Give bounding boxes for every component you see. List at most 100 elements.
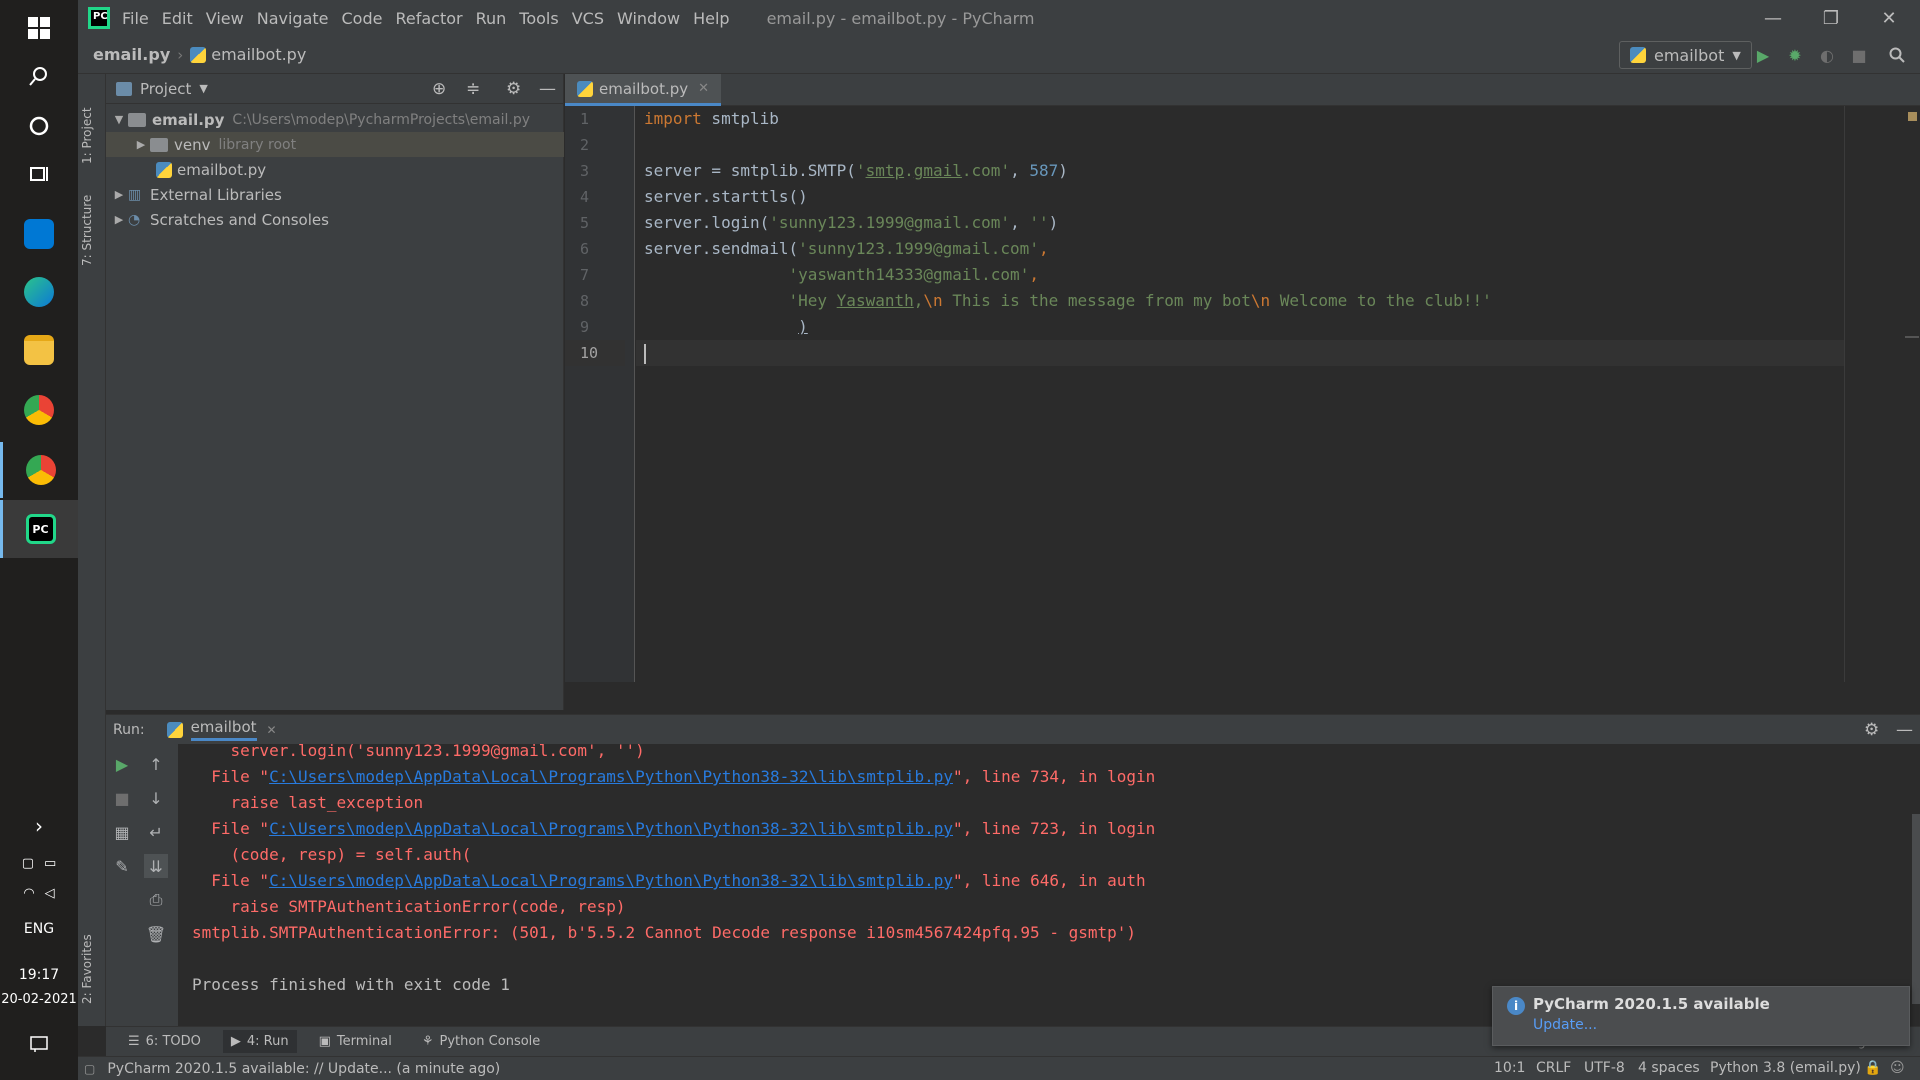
menu-file[interactable]: File: [122, 9, 149, 28]
stop-icon[interactable]: ■: [1848, 44, 1870, 66]
menu-window[interactable]: Window: [617, 9, 680, 28]
breadcrumb-file[interactable]: emailbot.py: [211, 45, 306, 64]
tree-item-external-libraries[interactable]: ▶ ▥ External Libraries: [106, 182, 564, 207]
notification-update-link[interactable]: Update...: [1533, 1017, 1597, 1033]
code-line-current[interactable]: [644, 340, 646, 366]
clock-date[interactable]: 20-02-2021: [0, 988, 78, 1010]
language-indicator[interactable]: ENG: [0, 915, 78, 943]
code-line[interactable]: ): [644, 314, 808, 340]
coverage-icon[interactable]: ◐: [1816, 44, 1838, 66]
tool-tab-todo[interactable]: ☰ 6: TODO: [120, 1030, 209, 1053]
rerun-icon[interactable]: ▶: [110, 752, 134, 776]
system-tray-icons[interactable]: ▢ ▭: [0, 848, 78, 878]
collapsed-arrow-icon[interactable]: ▶: [110, 213, 128, 226]
search-everywhere-icon[interactable]: [1886, 44, 1908, 66]
scroll-to-end-icon[interactable]: ⇊: [144, 854, 168, 878]
collapsed-arrow-icon[interactable]: ▶: [110, 188, 128, 201]
notification-center-icon[interactable]: [0, 1020, 78, 1068]
soft-wrap-icon[interactable]: ↵: [144, 820, 168, 844]
menu-vcs[interactable]: VCS: [572, 9, 604, 28]
clock-time[interactable]: 19:17: [0, 964, 78, 986]
menu-refactor[interactable]: Refactor: [395, 9, 462, 28]
menu-view[interactable]: View: [206, 9, 244, 28]
code-line[interactable]: 'yaswanth14333@gmail.com',: [644, 262, 1039, 288]
code-line[interactable]: import smtplib: [644, 106, 779, 132]
expanded-arrow-icon[interactable]: ▼: [110, 113, 128, 126]
tool-tab-run[interactable]: ▶ 4: Run: [222, 1030, 297, 1053]
project-view-title[interactable]: Project: [140, 80, 191, 98]
restore-button[interactable]: ❐: [1802, 0, 1860, 36]
run-configuration-selector[interactable]: emailbot ▼: [1619, 41, 1752, 69]
inspector-icon[interactable]: ☺: [1890, 1060, 1905, 1076]
tree-item-project-root[interactable]: ▼ email.py C:\Users\modep\PycharmProject…: [106, 107, 564, 132]
lock-icon[interactable]: 🔒: [1864, 1060, 1881, 1076]
tree-item-emailbot[interactable]: emailbot.py: [106, 157, 564, 182]
cursor-position[interactable]: 10:1: [1494, 1060, 1525, 1076]
python-interpreter[interactable]: Python 3.8 (email.py): [1710, 1060, 1861, 1076]
pin-icon[interactable]: ✎: [110, 854, 134, 878]
file-encoding[interactable]: UTF-8: [1584, 1060, 1625, 1076]
locate-file-icon[interactable]: ⊕: [432, 79, 446, 99]
run-console[interactable]: server.login('sunny123.1999@gmail.com', …: [178, 741, 1920, 1026]
breadcrumb-project[interactable]: email.py: [93, 45, 170, 64]
code-line[interactable]: 'Hey Yaswanth,\n This is the message fro…: [644, 288, 1492, 314]
debug-icon[interactable]: ✹: [1784, 44, 1806, 66]
close-tab-icon[interactable]: ✕: [267, 723, 277, 737]
code-line[interactable]: server = smtplib.SMTP('smtp.gmail.com', …: [644, 158, 1068, 184]
hide-panel-icon[interactable]: —: [1896, 720, 1913, 740]
scroll-down-icon[interactable]: ↓: [144, 786, 168, 810]
layout-icon[interactable]: ▦: [110, 820, 134, 844]
chrome-profile-icon[interactable]: [0, 442, 78, 498]
search-icon[interactable]: [0, 48, 78, 104]
line-separator[interactable]: CRLF: [1536, 1060, 1571, 1076]
wifi-icon[interactable]: ◠: [23, 886, 34, 901]
chrome-icon[interactable]: [0, 382, 78, 438]
pycharm-taskbar-icon[interactable]: PC: [0, 500, 78, 558]
tool-tab-python-console[interactable]: ⚘ Python Console: [414, 1030, 548, 1053]
minimize-button[interactable]: —: [1744, 0, 1802, 36]
code-line[interactable]: server.starttls(): [644, 184, 808, 210]
network-volume-icons[interactable]: ◠ ◁: [0, 878, 78, 908]
hide-panel-icon[interactable]: —: [539, 79, 556, 99]
print-icon[interactable]: ⎙: [144, 888, 168, 912]
menu-navigate[interactable]: Navigate: [257, 9, 329, 28]
clear-all-icon[interactable]: 🗑: [144, 922, 168, 946]
console-file-link[interactable]: C:\Users\modep\AppData\Local\Programs\Py…: [269, 767, 953, 786]
menu-tools[interactable]: Tools: [519, 9, 558, 28]
inspection-status-icon[interactable]: [1908, 112, 1917, 121]
chevron-right-icon[interactable]: ›: [0, 806, 78, 846]
indent-setting[interactable]: 4 spaces: [1638, 1060, 1700, 1076]
code-line[interactable]: server.sendmail('sunny123.1999@gmail.com…: [644, 236, 1049, 262]
close-tab-icon[interactable]: ✕: [698, 81, 709, 96]
tool-tab-project[interactable]: 1: Project: [80, 84, 94, 164]
battery-icon[interactable]: ▭: [44, 856, 56, 871]
editor-scrollbar[interactable]: [1845, 106, 1920, 682]
tree-item-venv[interactable]: ▶ venv library root: [106, 132, 564, 157]
edge-browser-icon[interactable]: [0, 264, 78, 320]
scroll-marker[interactable]: [1905, 336, 1919, 338]
gear-icon[interactable]: ⚙: [506, 79, 521, 99]
menu-code[interactable]: Code: [342, 9, 383, 28]
tool-tab-favorites[interactable]: 2: Favorites: [80, 924, 94, 1004]
menu-edit[interactable]: Edit: [162, 9, 193, 28]
editor-tab-emailbot[interactable]: emailbot.py ✕: [565, 74, 722, 106]
tree-item-scratches[interactable]: ▶ ◔ Scratches and Consoles: [106, 207, 564, 232]
collapsed-arrow-icon[interactable]: ▶: [132, 138, 150, 151]
device-icon[interactable]: ▢: [22, 856, 34, 871]
gear-icon[interactable]: ⚙: [1864, 720, 1879, 740]
console-file-link[interactable]: C:\Users\modep\AppData\Local\Programs\Py…: [269, 871, 953, 890]
tool-tab-terminal[interactable]: ▣ Terminal: [311, 1030, 400, 1053]
console-file-link[interactable]: C:\Users\modep\AppData\Local\Programs\Py…: [269, 819, 953, 838]
run-icon[interactable]: ▶: [1752, 44, 1774, 66]
mail-app-icon[interactable]: [0, 206, 78, 262]
collapse-all-icon[interactable]: ≑: [466, 79, 480, 99]
volume-icon[interactable]: ◁: [45, 886, 55, 901]
code-line[interactable]: server.login('sunny123.1999@gmail.com', …: [644, 210, 1058, 236]
code-editor[interactable]: import smtplib server = smtplib.SMTP('sm…: [636, 106, 1844, 682]
tool-tab-structure[interactable]: 7: Structure: [80, 186, 94, 266]
menu-run[interactable]: Run: [476, 9, 507, 28]
status-panel-icon[interactable]: ▢: [84, 1062, 95, 1076]
menu-help[interactable]: Help: [693, 9, 729, 28]
task-view-icon[interactable]: [0, 146, 78, 202]
update-notification[interactable]: i PyCharm 2020.1.5 available Update...: [1492, 986, 1910, 1046]
